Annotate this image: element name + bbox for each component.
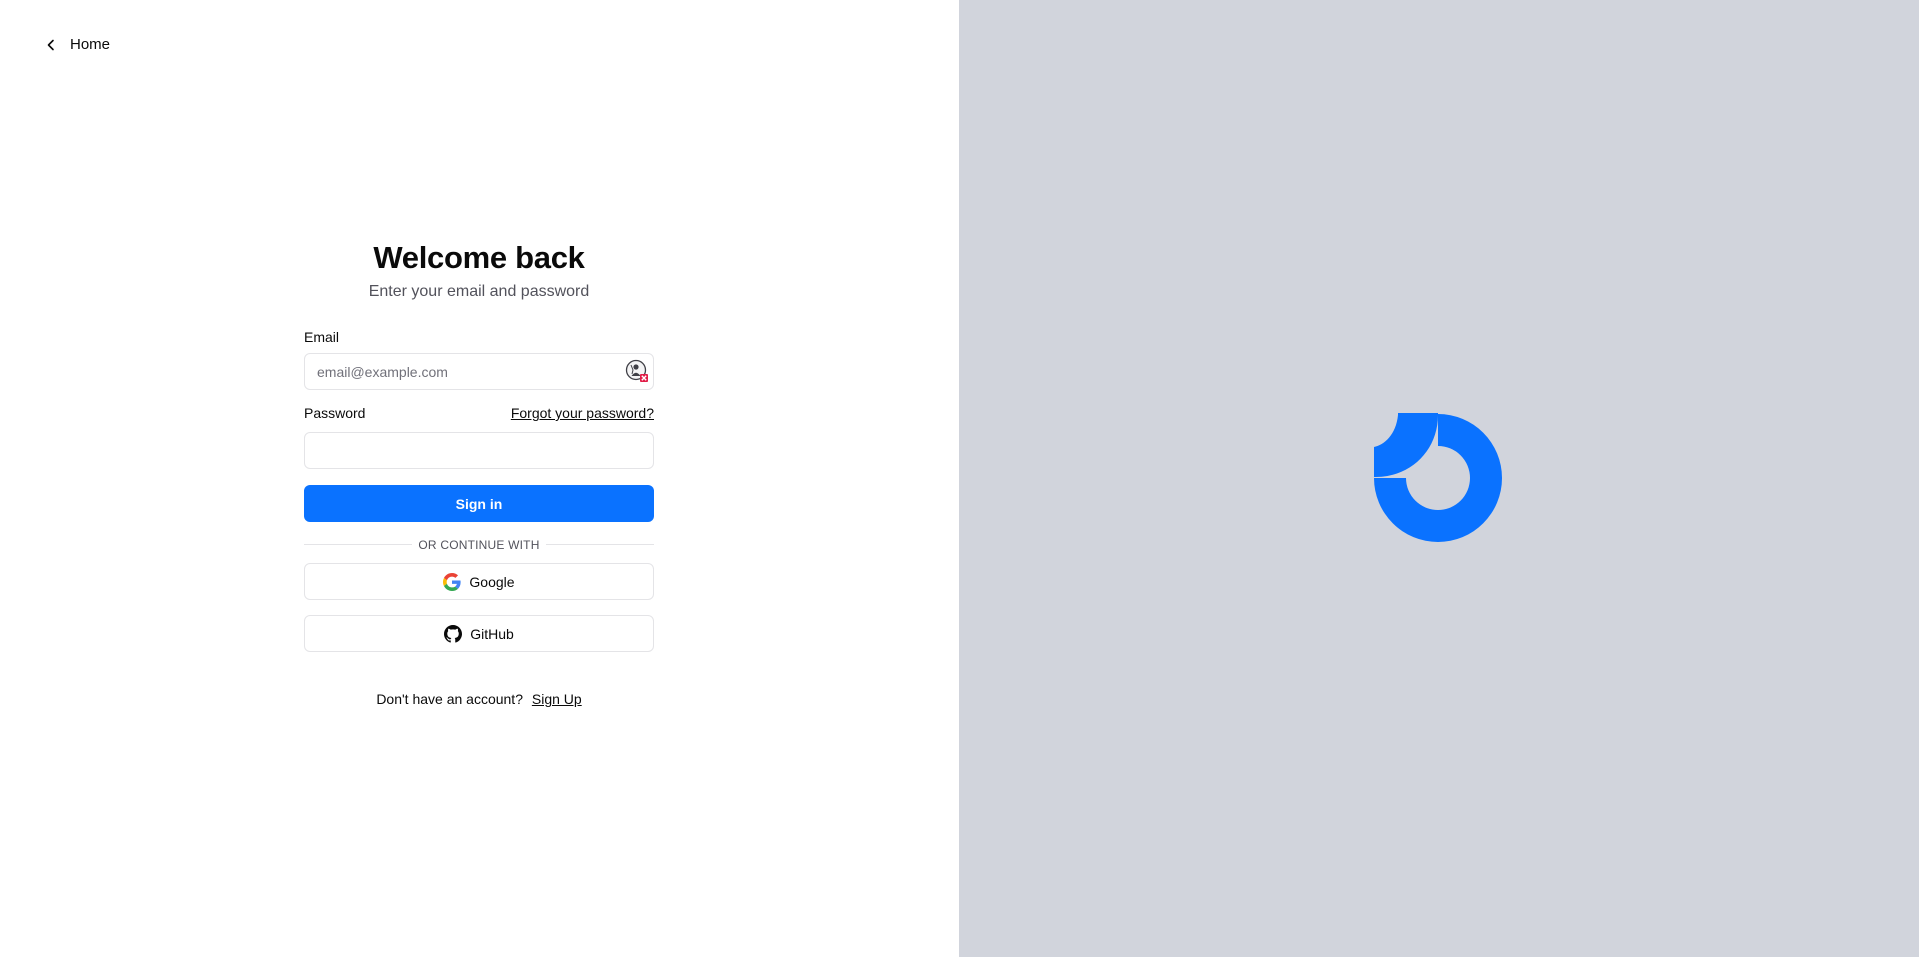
password-field[interactable] xyxy=(304,432,654,469)
forgot-password-link[interactable]: Forgot your password? xyxy=(511,404,654,422)
brand-logo xyxy=(1374,413,1504,543)
email-label: Email xyxy=(304,329,340,345)
email-label-row: Email xyxy=(304,328,654,346)
page-title: Welcome back xyxy=(373,240,585,275)
password-label-row: Password Forgot your password? xyxy=(304,404,654,422)
github-icon xyxy=(444,624,463,643)
home-link[interactable]: Home xyxy=(44,36,110,53)
google-button-wrap: Google xyxy=(304,563,654,600)
password-group: Password Forgot your password? xyxy=(304,404,654,469)
oauth-divider: OR CONTINUE WITH xyxy=(304,536,654,552)
email-field-wrap xyxy=(304,353,654,390)
page: Home Welcome back Enter your email and p… xyxy=(0,0,1919,957)
github-button-label: GitHub xyxy=(470,625,514,642)
password-field-wrap xyxy=(304,432,654,469)
home-link-label: Home xyxy=(70,36,111,53)
google-icon xyxy=(443,572,462,591)
signup-row: Don't have an account? Sign Up xyxy=(304,691,654,707)
google-button[interactable]: Google xyxy=(304,563,654,600)
no-account-text: Don't have an account? xyxy=(376,691,523,707)
sign-up-link[interactable]: Sign Up xyxy=(532,691,582,707)
chevron-left-icon xyxy=(44,38,58,52)
github-button-wrap: GitHub xyxy=(304,615,654,652)
email-field[interactable] xyxy=(304,353,654,390)
divider-text: OR CONTINUE WITH xyxy=(412,538,546,552)
github-button[interactable]: GitHub xyxy=(304,615,654,652)
login-panel: Home Welcome back Enter your email and p… xyxy=(0,0,959,957)
email-group: Email xyxy=(304,328,654,390)
google-button-label: Google xyxy=(469,573,515,590)
login-form: Welcome back Enter your email and passwo… xyxy=(304,230,654,707)
password-label: Password xyxy=(304,405,366,421)
password-manager-icon[interactable] xyxy=(625,359,649,383)
sign-in-button[interactable]: Sign in xyxy=(304,485,654,522)
brand-panel xyxy=(959,0,1919,957)
page-subtitle: Enter your email and password xyxy=(368,283,590,300)
